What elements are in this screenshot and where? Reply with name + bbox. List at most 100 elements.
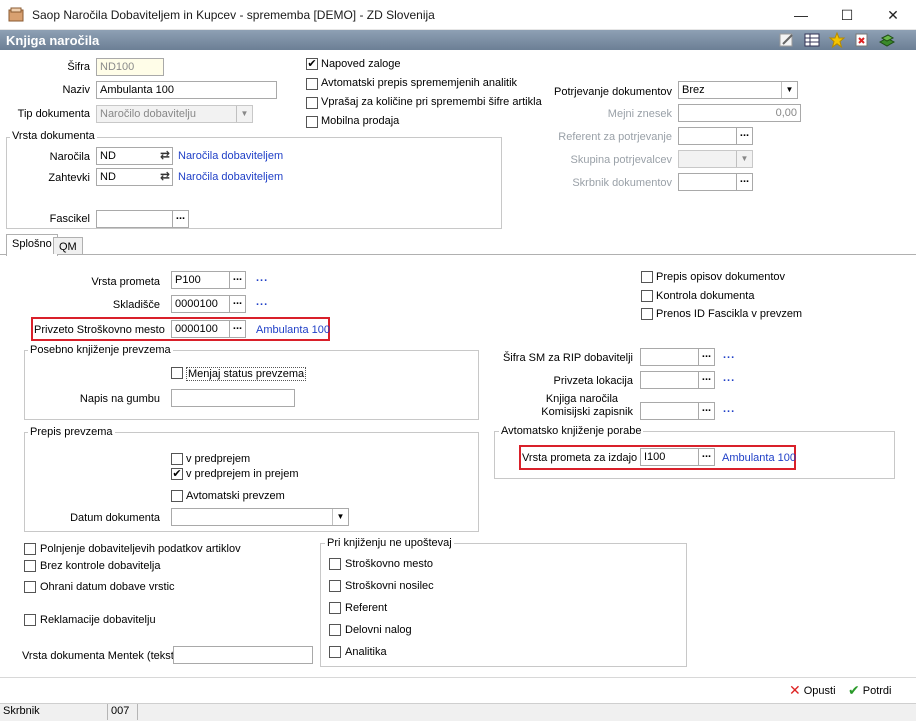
vrsta-izdajo-browse-button[interactable]: ... [698,448,715,466]
avtomatski-prepis-label: Avtomatski prepis sprememjenih analitik [321,77,518,89]
komisijski-zapisnik-browse-button[interactable]: ... [698,402,715,420]
delete-icon[interactable] [853,32,871,48]
mejni-znesek-field[interactable]: 0,00 [678,104,801,122]
skladisce-label: Skladišče [112,299,160,311]
swap-icon[interactable]: ⇄ [160,169,170,183]
mobilna-prodaja-checkbox[interactable] [306,116,318,128]
skrbnik-field[interactable] [678,173,738,191]
posebno-knjizenje-group [24,350,479,420]
chevron-down-icon: ▼ [236,106,252,122]
minimize-button[interactable]: — [778,0,824,30]
table-icon[interactable] [803,32,821,48]
prepis-prevzema-title: Prepis prevzema [28,426,115,438]
mentek-field[interactable] [173,646,313,664]
chevron-down-icon: ▼ [781,82,797,98]
ne-upostevaj-stroskovno-mesto-checkbox[interactable] [329,558,341,570]
confirm-button-label: Potrdi [862,684,892,697]
naziv-label: Naziv [62,84,90,96]
vrsta-prometa-link[interactable]: ... [256,272,268,284]
skladisce-browse-button[interactable]: ... [229,295,246,313]
tab-splosno[interactable]: Splošno [6,234,58,256]
swap-icon[interactable]: ⇄ [160,148,170,162]
brez-kontrole-checkbox[interactable] [24,560,36,572]
referent-field[interactable] [678,127,738,145]
ohrani-datum-checkbox[interactable] [24,581,36,593]
sifra-sm-rip-field[interactable] [640,348,700,366]
avtomatski-prevzem-checkbox[interactable] [171,490,183,502]
ne-upostevaj-analitika-checkbox[interactable] [329,646,341,658]
privzeto-sm-field[interactable]: 0000100 [171,320,231,338]
sifra-sm-rip-link[interactable]: ... [723,349,735,361]
mentek-label: Vrsta dokumenta Mentek (tekst) [22,650,178,662]
vrsta-prometa-field[interactable]: P100 [171,271,231,289]
prepis-opisov-checkbox[interactable] [641,271,653,283]
books-icon[interactable] [878,32,896,48]
privzeta-lokacija-link[interactable]: ... [723,372,735,384]
napis-gumbu-label: Napis na gumbu [79,393,160,405]
prenos-id-fascikla-checkbox[interactable] [641,308,653,320]
v-predprejem-checkbox[interactable] [171,453,183,465]
narocila-field[interactable]: ND ⇄ [96,147,173,165]
vprasaj-kolicine-checkbox[interactable] [306,97,318,109]
naziv-field[interactable]: Ambulanta 100 [96,81,277,99]
vrsta-izdajo-field[interactable]: I100 [640,448,700,466]
vrsta-dokumenta-title: Vrsta dokumenta [10,130,97,142]
zahtevki-label: Zahtevki [48,172,90,184]
tab-qm[interactable]: QM [53,237,83,254]
ne-upostevaj-stroskovni-nosilec-checkbox[interactable] [329,580,341,592]
menjaj-status-checkbox[interactable] [171,367,183,379]
mobilna-prodaja-label: Mobilna prodaja [321,115,400,127]
cancel-button-label: Opusti [803,684,836,697]
napis-gumbu-field[interactable] [171,389,295,407]
privzeta-lokacija-field[interactable] [640,371,700,389]
brez-kontrole-label: Brez kontrole dobavitelja [40,560,161,572]
zahtevki-field[interactable]: ND ⇄ [96,168,173,186]
komisijski-zapisnik-field[interactable] [640,402,700,420]
datum-dokumenta-label: Datum dokumenta [70,512,160,524]
tip-dokumenta-select[interactable]: Naročilo dobavitelju ▼ [96,105,253,123]
komisijski-zapisnik-link[interactable]: ... [723,403,735,415]
prenos-id-fascikla-label: Prenos ID Fascikla v prevzem [656,308,803,320]
star-icon[interactable] [828,32,846,48]
skladisce-link[interactable]: ... [256,296,268,308]
zahtevki-link[interactable]: Naročila dobaviteljem [178,171,283,183]
vrsta-prometa-browse-button[interactable]: ... [229,271,246,289]
kontrola-dokumenta-label: Kontrola dokumenta [656,290,755,302]
privzeta-lokacija-browse-button[interactable]: ... [698,371,715,389]
fascikel-field[interactable] [96,210,173,228]
reklamacije-checkbox[interactable] [24,614,36,626]
avtomatski-prepis-checkbox[interactable] [306,78,318,90]
maximize-button[interactable]: ☐ [824,0,870,30]
datum-dokumenta-select[interactable]: ▼ [171,508,349,526]
button-bar [0,677,916,703]
sifra-sm-rip-browse-button[interactable]: ... [698,348,715,366]
cancel-button[interactable]: ✕ Opusti [789,682,836,699]
fascikel-browse-button[interactable]: ... [172,210,189,228]
privzeto-sm-link[interactable]: Ambulanta 100 [256,324,330,336]
edit-icon[interactable] [778,32,796,48]
skupina-label: Skupina potrjevalcev [570,154,672,166]
sifra-field[interactable]: ND100 [96,58,164,76]
potrjevanje-select[interactable]: Brez ▼ [678,81,798,99]
polnjenje-podatkov-checkbox[interactable] [24,543,36,555]
privzeto-sm-browse-button[interactable]: ... [229,320,246,338]
close-window-button[interactable]: ✕ [870,0,916,30]
skupina-select[interactable]: ▼ [678,150,753,168]
ne-upostevaj-delovni-nalog-checkbox[interactable] [329,624,341,636]
v-predprejem-label: v predprejem [186,453,251,465]
vrsta-izdajo-link[interactable]: Ambulanta 100 [722,452,796,464]
narocila-link[interactable]: Naročila dobaviteljem [178,150,283,162]
ne-upostevaj-referent-checkbox[interactable] [329,602,341,614]
vprasaj-kolicine-label: Vprašaj za količine pri spremembi šifre … [321,96,542,108]
close-icon: ✕ [789,682,801,698]
referent-browse-button[interactable]: ... [736,127,753,145]
confirm-button[interactable]: ✔ Potrdi [848,682,891,699]
napoved-zaloge-checkbox[interactable]: ✔ [306,58,318,70]
zahtevki-value: ND [100,171,116,183]
skrbnik-browse-button[interactable]: ... [736,173,753,191]
kontrola-dokumenta-checkbox[interactable] [641,290,653,302]
v-predprejem-prejem-checkbox[interactable]: ✔ [171,468,183,480]
skladisce-field[interactable]: 0000100 [171,295,231,313]
vrsta-izdajo-label: Vrsta prometa za izdajo [522,452,638,464]
avtomatski-prevzem-label: Avtomatski prevzem [186,490,285,502]
